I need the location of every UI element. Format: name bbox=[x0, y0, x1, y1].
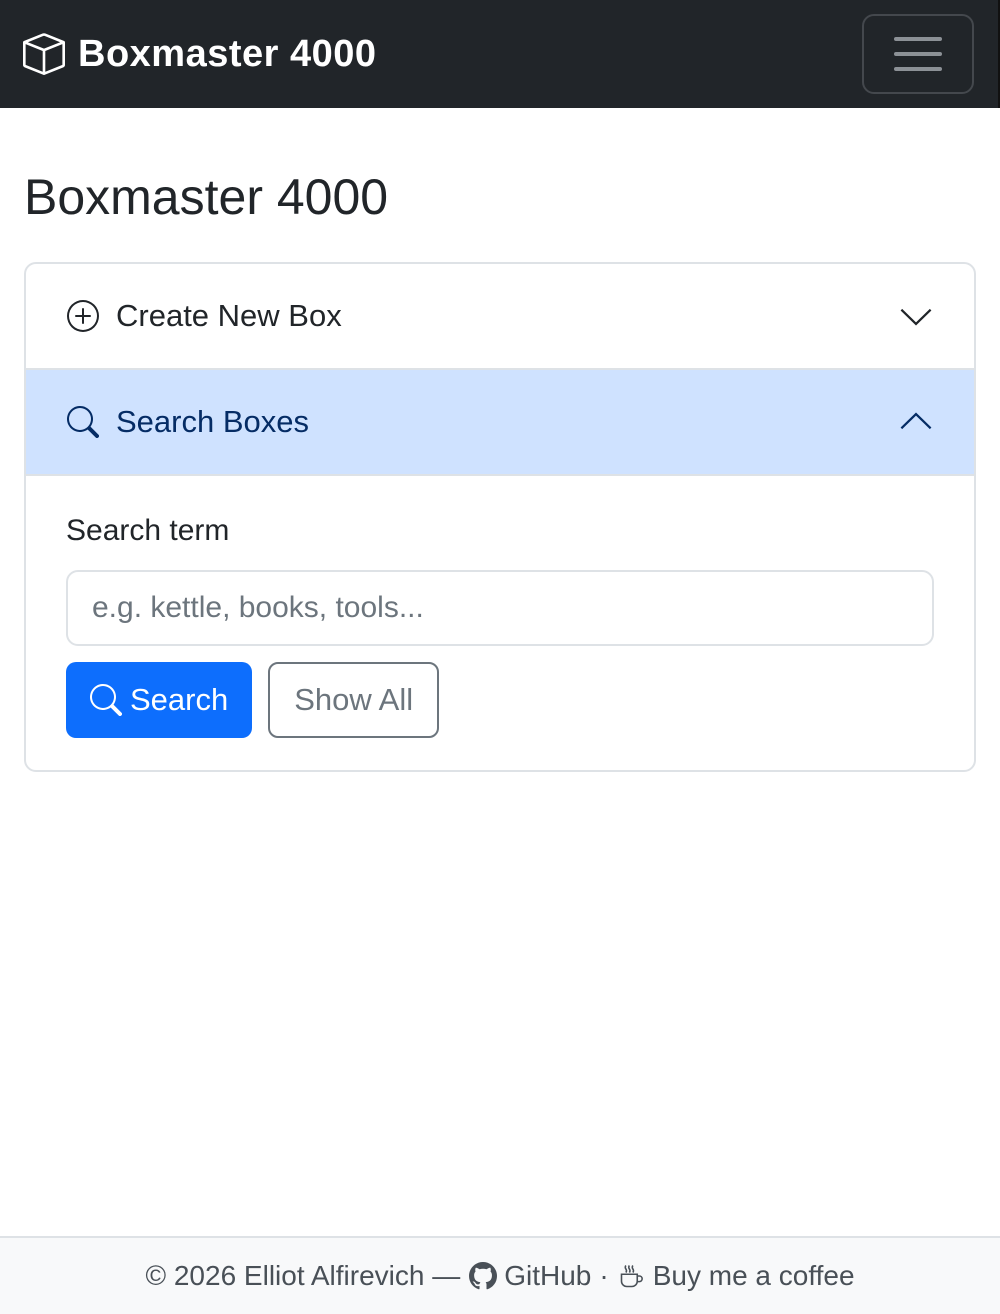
brand-name: Boxmaster 4000 bbox=[78, 32, 377, 75]
hamburger-menu-icon-bar bbox=[894, 52, 942, 56]
github-link[interactable]: GitHub bbox=[468, 1260, 591, 1292]
chevron-up-icon bbox=[898, 404, 934, 440]
accordion-label-create-box: Create New Box bbox=[116, 298, 342, 333]
box-icon bbox=[22, 32, 66, 76]
coffee-link[interactable]: Buy me a coffee bbox=[617, 1260, 855, 1292]
copyright-text: © 2026 Elliot Alfirevich — bbox=[145, 1260, 461, 1291]
box-accordion: Create New Box Search Boxes Search term bbox=[24, 262, 976, 772]
search-actions: Search Show All bbox=[66, 662, 934, 738]
plus-circle-icon bbox=[66, 299, 100, 333]
coffee-label: Buy me a coffee bbox=[652, 1260, 855, 1291]
search-input[interactable] bbox=[66, 570, 934, 646]
github-icon bbox=[468, 1261, 498, 1291]
navbar-toggler-button[interactable] bbox=[862, 14, 974, 94]
hamburger-menu-icon-bar bbox=[894, 67, 942, 71]
search-icon bbox=[90, 684, 122, 716]
search-button-label: Search bbox=[130, 682, 229, 717]
search-button[interactable]: Search bbox=[66, 662, 253, 738]
chevron-down-icon bbox=[898, 298, 934, 334]
show-all-button[interactable]: Show All bbox=[268, 662, 440, 738]
top-navbar: Boxmaster 4000 bbox=[0, 0, 1000, 108]
navbar-brand[interactable]: Boxmaster 4000 bbox=[22, 32, 377, 76]
search-term-label: Search term bbox=[66, 514, 230, 547]
page-title: Boxmaster 4000 bbox=[24, 169, 389, 225]
hamburger-menu-icon bbox=[894, 37, 942, 41]
coffee-cup-icon bbox=[617, 1261, 647, 1291]
search-panel: Search term Search Show All bbox=[26, 476, 974, 738]
github-label: GitHub bbox=[504, 1260, 592, 1291]
search-icon bbox=[66, 405, 100, 439]
footer-separator: · bbox=[599, 1260, 609, 1291]
accordion-label-search-boxes: Search Boxes bbox=[116, 404, 309, 439]
accordion-header-create-box[interactable]: Create New Box bbox=[26, 264, 974, 370]
page-footer: © 2026 Elliot Alfirevich — GitHub · Buy … bbox=[0, 1236, 1000, 1314]
accordion-header-search-boxes[interactable]: Search Boxes bbox=[26, 370, 974, 476]
